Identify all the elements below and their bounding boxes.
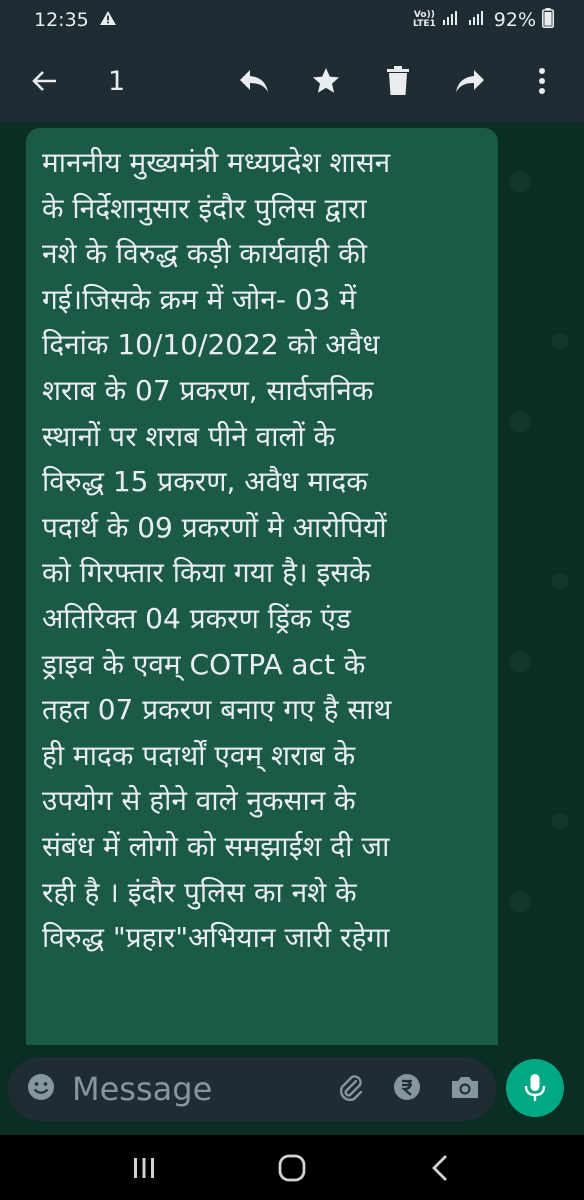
reply-icon — [240, 70, 268, 92]
status-time: 12:35 — [34, 9, 89, 31]
message-text: माननीय मुख्यमंत्री मध्यप्रदेश शासन के नि… — [42, 146, 392, 955]
chat-area[interactable]: माननीय मुख्यमंत्री मध्यप्रदेश शासन के नि… — [0, 122, 584, 1045]
message-composer: Message — [0, 1045, 584, 1135]
warning-icon — [99, 9, 117, 31]
signal-icon — [442, 9, 462, 31]
rupee-icon — [394, 1074, 420, 1100]
forward-icon — [456, 70, 484, 92]
star-icon — [313, 68, 339, 93]
system-navigation-bar — [0, 1135, 584, 1200]
lte-indicator: Vo)) LTE1 — [413, 11, 436, 29]
message-input-placeholder[interactable]: Message — [72, 1070, 336, 1108]
lte-bottom-label: LTE1 — [412, 19, 436, 29]
trash-icon — [387, 66, 409, 95]
home-icon — [278, 1154, 306, 1181]
emoji-button[interactable] — [26, 1072, 56, 1106]
back-arrow-icon — [32, 71, 56, 91]
camera-button[interactable] — [450, 1074, 480, 1104]
home-button[interactable] — [272, 1148, 312, 1188]
back-nav-button[interactable] — [420, 1148, 460, 1188]
star-button[interactable] — [308, 63, 344, 99]
selection-toolbar: 1 — [0, 40, 584, 122]
voice-message-button[interactable] — [506, 1059, 564, 1117]
status-bar: 12:35 Vo)) LTE1 92% — [0, 0, 584, 40]
back-button[interactable] — [26, 63, 62, 99]
forward-button[interactable] — [452, 63, 488, 99]
paperclip-icon — [339, 1075, 363, 1102]
recent-apps-button[interactable] — [124, 1148, 164, 1188]
battery-icon — [542, 7, 554, 33]
recent-apps-icon — [134, 1157, 154, 1178]
signal-icon-2 — [468, 9, 488, 31]
attach-button[interactable] — [336, 1072, 364, 1106]
delete-button[interactable] — [380, 63, 416, 99]
reply-button[interactable] — [236, 63, 272, 99]
emoji-icon — [28, 1074, 54, 1100]
more-options-button[interactable] — [524, 63, 560, 99]
message-bubble[interactable]: माननीय मुख्यमंत्री मध्यप्रदेश शासन के नि… — [26, 128, 498, 1045]
message-input-pill[interactable]: Message — [8, 1057, 496, 1121]
microphone-icon — [524, 1074, 546, 1101]
battery-percent: 92% — [493, 9, 536, 31]
payment-button[interactable] — [392, 1072, 422, 1106]
more-vertical-icon — [539, 68, 545, 94]
selected-count: 1 — [108, 65, 126, 97]
camera-icon — [452, 1077, 478, 1098]
chevron-left-icon — [432, 1154, 447, 1181]
